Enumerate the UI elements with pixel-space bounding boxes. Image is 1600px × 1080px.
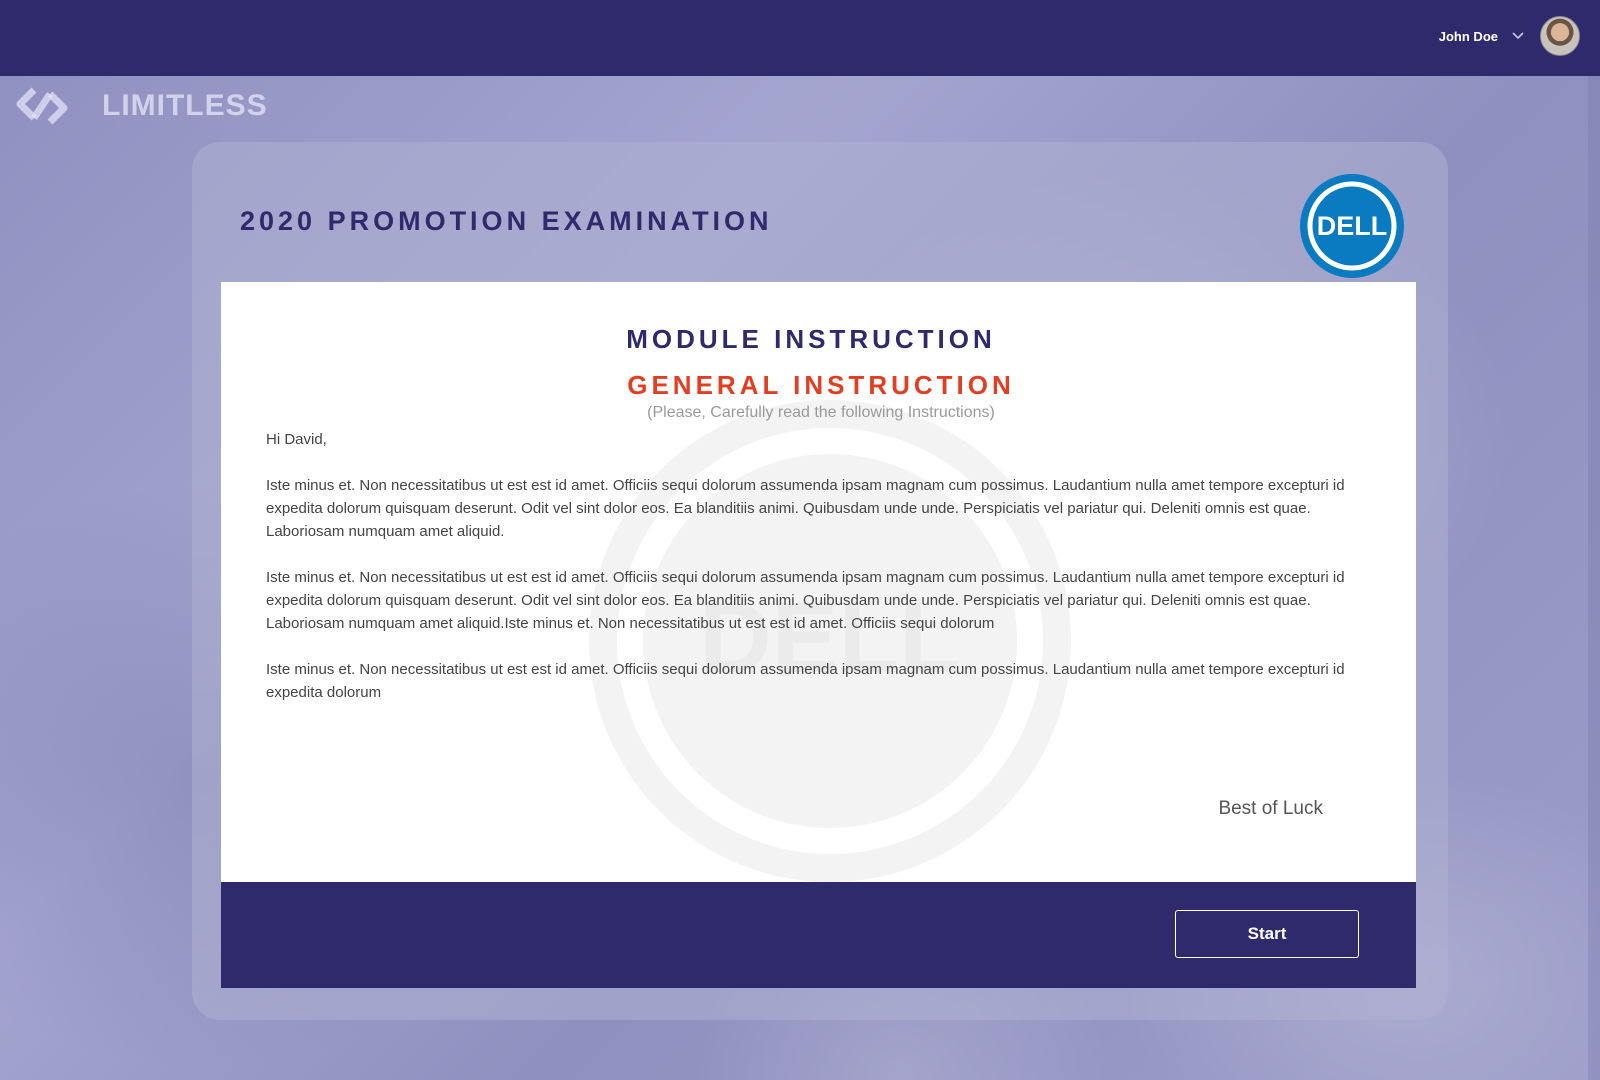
greeting: Hi David, <box>266 431 327 448</box>
dell-logo-text: DELL <box>1317 211 1388 241</box>
instruction-paragraph: Iste minus et. Non necessitatibus ut est… <box>266 477 1345 540</box>
instruction-paragraph: Iste minus et. Non necessitatibus ut est… <box>266 569 1345 632</box>
brand-name: LIMITLESS <box>102 89 268 122</box>
general-instruction-title: GENERAL INSTRUCTION <box>627 370 1015 400</box>
module-instruction-title: MODULE INSTRUCTION <box>626 324 996 354</box>
instruction-paragraph: Iste minus et. Non necessitatibus ut est… <box>266 661 1345 701</box>
brand: LIMITLESS <box>14 84 268 128</box>
top-navbar: John Doe <box>0 0 1600 76</box>
user-menu[interactable]: John Doe <box>1439 16 1580 56</box>
limitless-logo-icon <box>16 87 68 125</box>
start-button[interactable]: Start <box>1175 910 1359 958</box>
chevron-down-icon[interactable] <box>1510 28 1526 44</box>
instruction-body: Hi David, Iste minus et. Non necessitati… <box>266 428 1356 727</box>
avatar[interactable] <box>1540 16 1580 56</box>
exam-card: 2020 PROMOTION EXAMINATION DELL DELL MOD… <box>192 142 1448 1020</box>
user-name[interactable]: John Doe <box>1439 29 1498 44</box>
dell-logo-icon: DELL <box>1300 174 1404 278</box>
instruction-subtitle: (Please, Carefully read the following In… <box>647 404 995 421</box>
instruction-panel: DELL MODULE INSTRUCTION GENERAL INSTRUCT… <box>221 282 1416 882</box>
panel-footer: Start <box>221 882 1416 988</box>
closing-text: Best of Luck <box>1218 798 1323 819</box>
exam-title: 2020 PROMOTION EXAMINATION <box>240 206 773 236</box>
page-scrollbar[interactable] <box>1588 76 1600 1080</box>
